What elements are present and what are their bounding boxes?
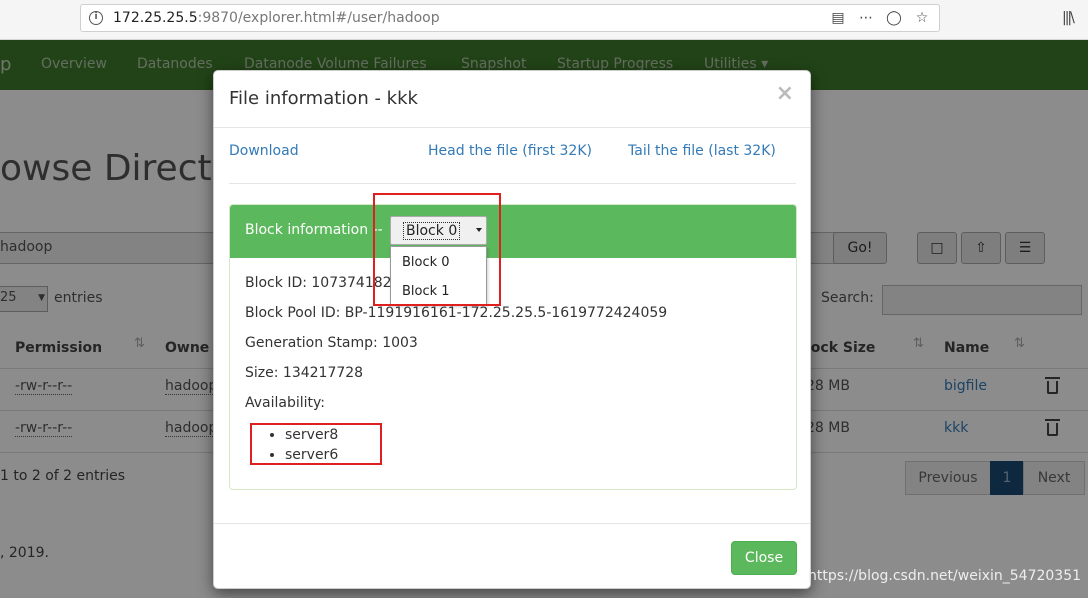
block-id: Block ID: 107374182: [245, 275, 392, 291]
close-icon[interactable]: ×: [776, 81, 794, 106]
availability-label: Availability:: [245, 395, 326, 411]
browser-toolbar: i 172.25.25.5:9870/explorer.html#/user/h…: [0, 0, 1088, 40]
library-icon[interactable]: |||\: [1062, 10, 1075, 26]
address-bar[interactable]: i 172.25.25.5:9870/explorer.html#/user/h…: [80, 4, 940, 32]
download-link[interactable]: Download: [229, 143, 299, 159]
more-actions-icon[interactable]: ⋯: [857, 9, 875, 27]
tail-file-link[interactable]: Tail the file (last 32K): [628, 143, 776, 159]
annotation-box: [250, 423, 382, 465]
block-size: Size: 134217728: [245, 365, 364, 381]
reader-view-icon[interactable]: ▤: [829, 9, 847, 27]
url-actions: ▤ ⋯ ◯ ☆: [829, 9, 931, 27]
generation-stamp: Generation Stamp: 1003: [245, 335, 418, 351]
block-info-label: Block information --: [245, 222, 383, 238]
head-file-link[interactable]: Head the file (first 32K): [428, 143, 592, 159]
url-text[interactable]: 172.25.25.5:9870/explorer.html#/user/had…: [113, 10, 440, 26]
links-divider: [229, 183, 796, 184]
pocket-icon[interactable]: ◯: [885, 9, 903, 27]
file-info-modal: File information - kkk × Download Head t…: [213, 70, 811, 589]
modal-title: File information - kkk: [229, 88, 418, 109]
info-icon[interactable]: i: [89, 11, 103, 25]
bookmark-star-icon[interactable]: ☆: [913, 9, 931, 27]
watermark: https://blog.csdn.net/weixin_54720351: [808, 568, 1082, 584]
modal-footer-divider: [214, 523, 810, 524]
block-info-header: Block information -- Block 0: [230, 205, 796, 258]
block-pool-id: Block Pool ID: BP-1191916161-172.25.25.5…: [245, 305, 668, 321]
annotation-box: [373, 193, 501, 306]
close-button[interactable]: Close: [731, 541, 797, 575]
modal-header-divider: [214, 127, 810, 128]
